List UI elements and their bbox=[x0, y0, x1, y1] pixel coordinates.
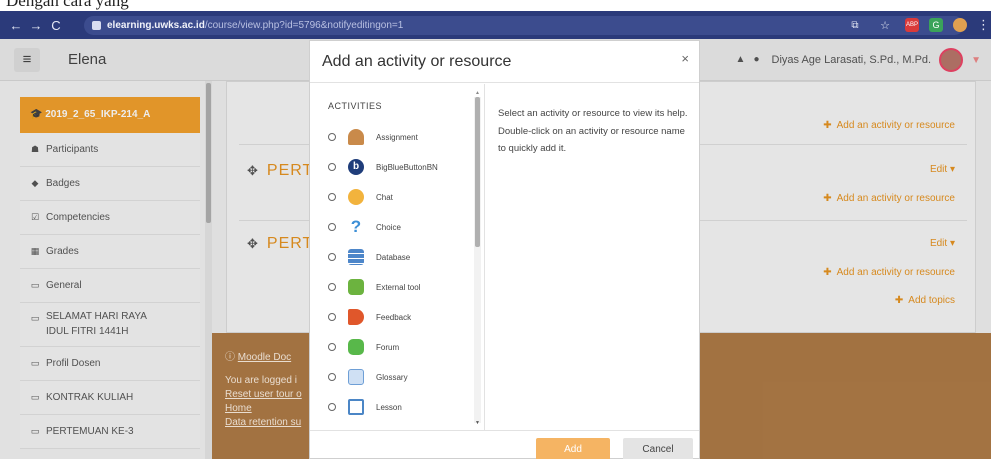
activity-radio[interactable] bbox=[328, 343, 336, 351]
scroll-up-icon[interactable]: ▲ bbox=[475, 90, 480, 96]
activity-option-database[interactable]: Database bbox=[328, 242, 478, 272]
activity-radio[interactable] bbox=[328, 133, 336, 141]
address-bar[interactable]: elearning.uwks.ac.id /course/view.php?id… bbox=[84, 16, 964, 35]
glossary-icon bbox=[348, 369, 364, 385]
activities-heading: ACTIVITIES bbox=[328, 101, 383, 111]
browser-toolbar: ← → C elearning.uwks.ac.id /course/view.… bbox=[0, 11, 991, 39]
activity-option-chat[interactable]: Chat bbox=[328, 182, 478, 212]
adblock-extension-icon[interactable]: ABP bbox=[905, 18, 919, 32]
lesson-icon bbox=[348, 399, 364, 415]
dialog-header: Add an activity or resource × bbox=[310, 41, 699, 83]
activity-option-glossary[interactable]: Glossary bbox=[328, 362, 478, 392]
activity-list: ACTIVITIES ▲ ▼ Assignment b BigBlueButto… bbox=[310, 84, 485, 430]
back-icon[interactable]: ← bbox=[6, 18, 26, 33]
activity-radio[interactable] bbox=[328, 223, 336, 231]
activity-label: Glossary bbox=[376, 372, 408, 382]
activity-radio[interactable] bbox=[328, 163, 336, 171]
dialog-title: Add an activity or resource bbox=[322, 53, 512, 70]
activity-help-text: Select an activity or resource to view i… bbox=[498, 108, 688, 155]
activity-label: Feedback bbox=[376, 312, 412, 322]
url-path: /course/view.php?id=5796&notifyeditingon… bbox=[204, 20, 404, 31]
activity-radio[interactable] bbox=[328, 283, 336, 291]
activity-option-external-tool[interactable]: External tool bbox=[328, 272, 478, 302]
caption-text: Dengan cara yang bbox=[6, 0, 129, 10]
activity-radio[interactable] bbox=[328, 403, 336, 411]
forum-icon bbox=[348, 339, 364, 355]
activity-option-feedback[interactable]: Feedback bbox=[328, 302, 478, 332]
activity-radio[interactable] bbox=[328, 313, 336, 321]
activity-option-assignment[interactable]: Assignment bbox=[328, 122, 478, 152]
url-host: elearning.uwks.ac.id bbox=[107, 20, 205, 31]
forward-icon[interactable]: → bbox=[26, 18, 46, 33]
activity-label: Database bbox=[376, 252, 411, 262]
chat-icon bbox=[348, 189, 364, 205]
bigbluebutton-icon: b bbox=[348, 159, 364, 175]
lock-icon bbox=[92, 21, 101, 30]
activity-option-bigbluebutton[interactable]: b BigBlueButtonBN bbox=[328, 152, 478, 182]
activity-label: External tool bbox=[376, 282, 421, 292]
activity-radio[interactable] bbox=[328, 193, 336, 201]
database-icon bbox=[348, 249, 364, 265]
close-icon[interactable]: × bbox=[681, 51, 689, 66]
megaphone-icon bbox=[348, 309, 364, 325]
activity-radio[interactable] bbox=[328, 253, 336, 261]
activity-label: BigBlueButtonBN bbox=[376, 162, 438, 172]
profile-icon[interactable] bbox=[953, 18, 967, 32]
document-caption: Dengan cara yang bbox=[0, 0, 991, 11]
activity-label: Chat bbox=[376, 192, 393, 202]
activity-chooser-dialog: Add an activity or resource × ACTIVITIES… bbox=[309, 40, 700, 459]
translate-icon[interactable]: ⧉ bbox=[845, 20, 865, 31]
activity-option-choice[interactable]: ? Choice bbox=[328, 212, 478, 242]
activity-label: Lesson bbox=[376, 402, 402, 412]
reload-icon[interactable]: C bbox=[46, 18, 66, 33]
bookmark-star-icon[interactable]: ☆ bbox=[875, 19, 895, 32]
question-icon: ? bbox=[350, 217, 362, 236]
cancel-button[interactable]: Cancel bbox=[623, 438, 693, 459]
activity-label: Forum bbox=[376, 342, 400, 352]
activity-radio[interactable] bbox=[328, 373, 336, 381]
extension-icon[interactable]: G bbox=[929, 18, 943, 32]
puzzle-icon bbox=[348, 279, 364, 295]
activity-option-lesson[interactable]: Lesson bbox=[328, 392, 478, 422]
screenshot-root: Dengan cara yang ← → C elearning.uwks.ac… bbox=[0, 0, 991, 459]
add-button[interactable]: Add bbox=[536, 438, 610, 459]
activity-label: Assignment bbox=[376, 132, 418, 142]
assignment-icon bbox=[348, 129, 364, 145]
activity-label: Choice bbox=[376, 222, 401, 232]
menu-dots-icon[interactable]: ⋮ bbox=[977, 17, 990, 33]
dialog-footer: Add Cancel bbox=[310, 430, 699, 459]
activity-option-forum[interactable]: Forum bbox=[328, 332, 478, 362]
browser-extensions: ⧉ ☆ ABP G ⋮ bbox=[845, 17, 990, 33]
